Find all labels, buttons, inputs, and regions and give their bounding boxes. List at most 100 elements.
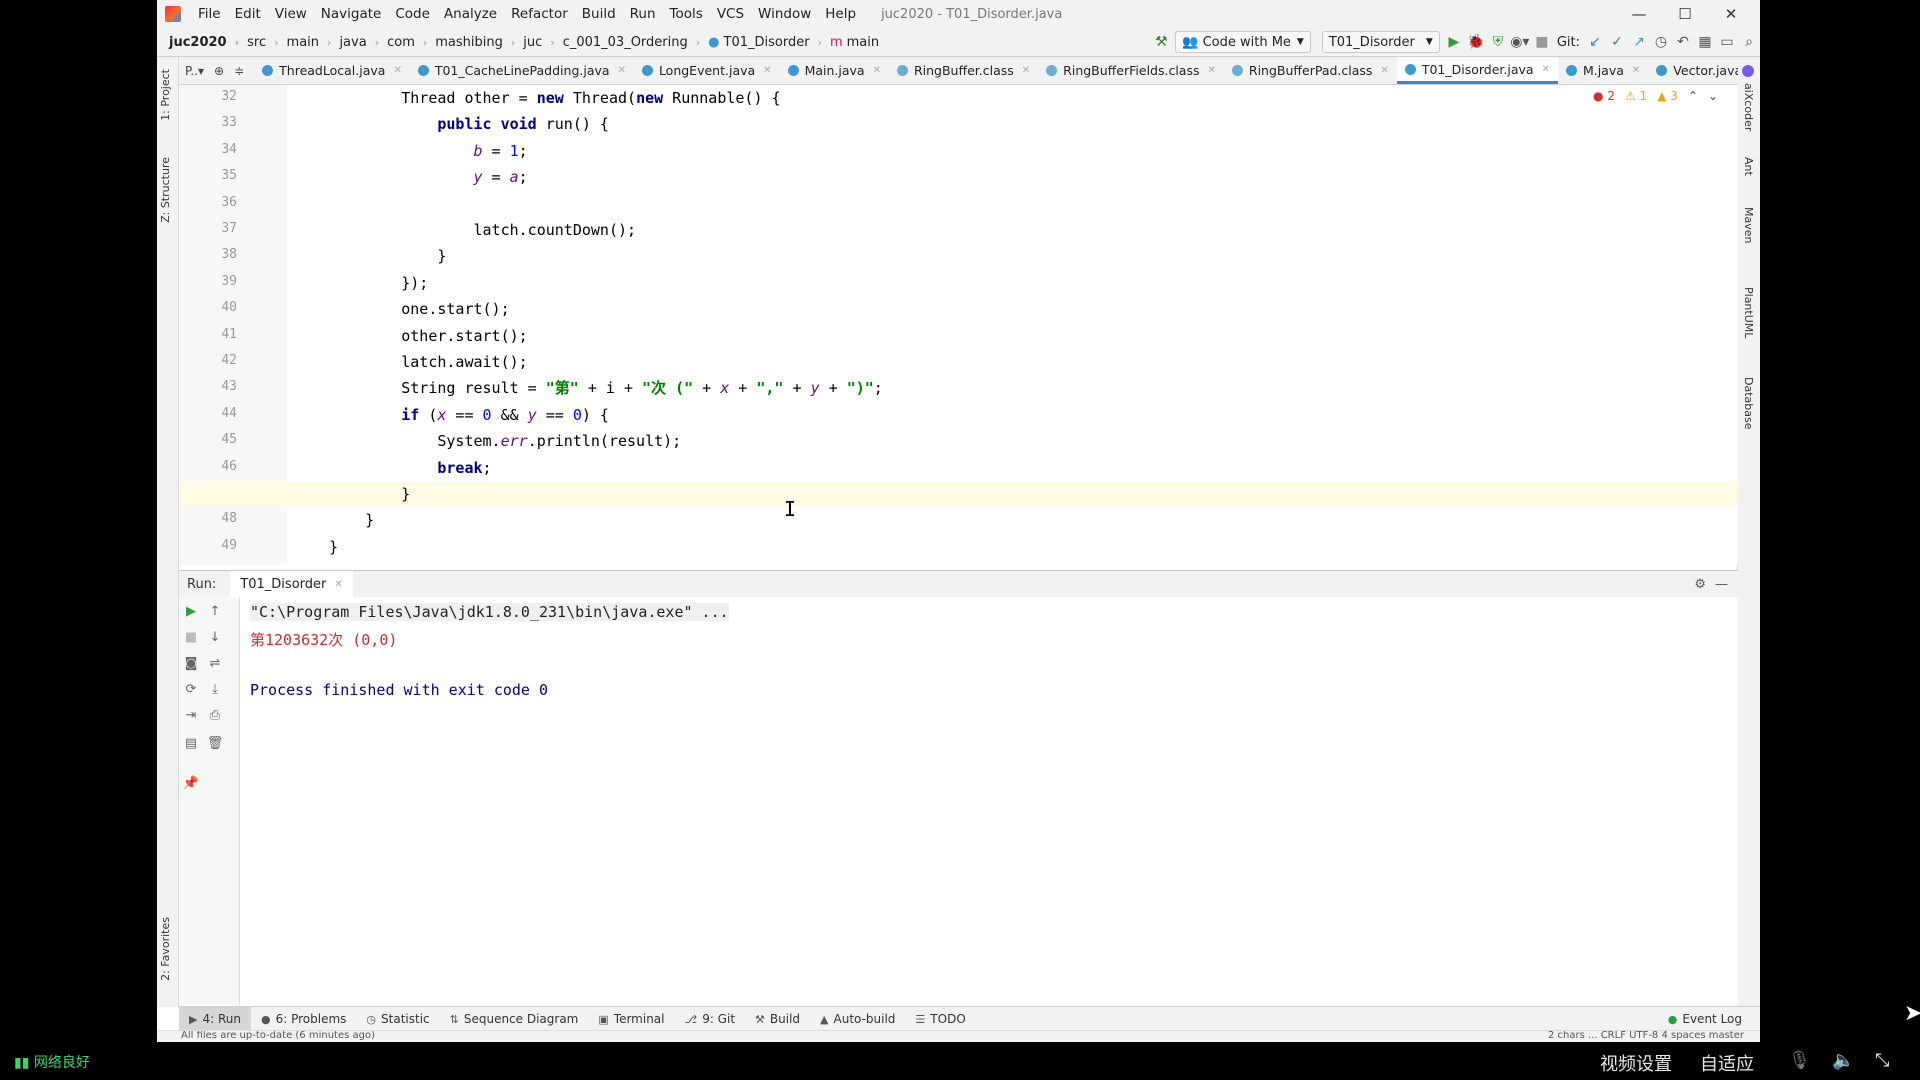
code-line[interactable]: String result = "第" + i + "次 (" + x + ",… (179, 375, 1738, 401)
tool-tab-problems[interactable]: ● 6: Problems (251, 1007, 356, 1031)
search-icon[interactable]: ⌕ (1738, 31, 1760, 53)
git-commit-icon[interactable]: ✓ (1606, 31, 1628, 53)
exit-fullscreen-icon[interactable]: ⤡ (1875, 1050, 1889, 1071)
collapse-icon[interactable]: ≑ (234, 64, 244, 78)
print-icon[interactable]: ⎙ (205, 705, 225, 725)
tool-tab-run[interactable]: ▶ 4: Run (179, 1007, 251, 1031)
soft-wrap-icon[interactable]: ⇌ (205, 653, 225, 673)
git-push-icon[interactable]: ↗ (1628, 31, 1650, 53)
tool-tab-terminal[interactable]: ▣ Terminal (588, 1007, 674, 1031)
code-line[interactable] (179, 191, 1738, 217)
code-line[interactable]: y = a; (179, 164, 1738, 190)
maximize-button[interactable]: ☐ (1662, 0, 1708, 28)
run-config-dropdown[interactable]: T01_Disorder ▼ (1321, 31, 1440, 53)
tool-tab-statistic[interactable]: ◷ Statistic (356, 1007, 439, 1031)
inspection-widget[interactable]: ● 2 ⚠ 1 ▲ 3 ⌃ ⌄ (1593, 89, 1718, 103)
menu-edit[interactable]: Edit (228, 6, 268, 22)
tool-tab-git[interactable]: ⎇ 9: Git (675, 1007, 746, 1031)
breadcrumb-mashibing[interactable]: mashibing › (431, 35, 519, 50)
breadcrumb-juc[interactable]: juc › (519, 35, 558, 50)
code-line[interactable]: break; (179, 455, 1738, 481)
layout-icon[interactable]: ▤ (181, 733, 201, 753)
hammer-icon[interactable]: ⚒ (1150, 31, 1172, 53)
tab-main[interactable]: Main.java ✕ (780, 57, 889, 84)
breadcrumb-package[interactable]: c_001_03_Ordering › (559, 35, 704, 50)
breadcrumb-method[interactable]: m main (826, 35, 883, 50)
code-line[interactable]: } (179, 507, 1738, 533)
scroll-to-end-icon[interactable]: ⤓ (205, 679, 225, 699)
code-line[interactable]: latch.await(); (179, 349, 1738, 375)
code-editor[interactable]: 323334353637383940414243444546474849 Thr… (179, 85, 1738, 565)
close-icon[interactable]: ✕ (763, 65, 771, 76)
tab-longevent[interactable]: LongEvent.java ✕ (634, 57, 780, 84)
close-icon[interactable]: ✕ (334, 579, 342, 590)
scroll-up-icon[interactable]: ↑ (205, 601, 225, 621)
tool-tab-todo[interactable]: ☰ TODO (905, 1007, 975, 1031)
menu-window[interactable]: Window (751, 6, 818, 22)
run-tab-t01-disorder[interactable]: T01_Disorder ✕ (230, 571, 353, 597)
rerun-icon[interactable]: ▶ (181, 601, 201, 621)
tab-m[interactable]: M.java ✕ (1558, 57, 1648, 84)
code-line[interactable]: } (179, 481, 1738, 507)
locate-icon[interactable]: ⊕ (214, 64, 224, 78)
minimize-panel-icon[interactable]: — (1715, 577, 1728, 592)
code-line[interactable]: b = 1; (179, 138, 1738, 164)
close-icon[interactable]: ✕ (873, 65, 881, 76)
code-with-me-button[interactable]: 👥 Code with Me ▼ (1175, 31, 1311, 53)
breadcrumb-main[interactable]: main › (283, 35, 336, 50)
git-update-icon[interactable]: ↙ (1584, 31, 1606, 53)
rollback-icon[interactable]: ↶ (1672, 31, 1694, 53)
scroll-down-icon[interactable]: ↓ (205, 627, 225, 647)
code-line[interactable]: Thread other = new Thread(new Runnable()… (179, 85, 1738, 111)
profile-icon[interactable]: ◉▾ (1509, 31, 1531, 53)
project-view-dropdown[interactable]: P..▾ (185, 64, 204, 78)
tool-tab-sequence-diagram[interactable]: ⇅ Sequence Diagram (440, 1007, 589, 1031)
tab-vector[interactable]: Vector.java✕ (1648, 57, 1738, 84)
chevron-up-icon[interactable]: ⌃ (1688, 89, 1698, 103)
menu-code[interactable]: Code (388, 6, 437, 22)
tab-ringbufferpad[interactable]: RingBufferPad.class ✕ (1224, 57, 1397, 84)
ant-tool-tab[interactable]: Ant (1742, 157, 1755, 176)
restore-layout-icon[interactable]: ⟳ (181, 679, 201, 699)
exit-icon[interactable]: ⇥ (181, 705, 201, 725)
code-line[interactable]: }); (179, 270, 1738, 296)
aixcoder-tool-tab[interactable]: aiXcoder (1742, 83, 1755, 131)
chevron-down-icon[interactable]: ⌄ (1708, 89, 1718, 103)
breadcrumb-src[interactable]: src › (243, 35, 282, 50)
code-line[interactable]: } (179, 243, 1738, 269)
volume-icon[interactable]: 🔈 (1832, 1050, 1854, 1071)
menu-refactor[interactable]: Refactor (504, 6, 575, 22)
favorites-tool-tab[interactable]: 2: Favorites (159, 917, 172, 981)
structure-tool-tab[interactable]: Z: Structure (159, 157, 172, 223)
database-tool-tab[interactable]: Database (1742, 377, 1755, 430)
fit-button[interactable]: 自适应 (1700, 1050, 1754, 1076)
close-icon[interactable]: ✕ (1022, 65, 1030, 76)
code-line[interactable]: if (x == 0 && y == 0) { (179, 402, 1738, 428)
tool-tab-build[interactable]: ⚒ Build (745, 1007, 810, 1031)
close-icon[interactable]: ✕ (1542, 64, 1550, 75)
tab-ringbuffer[interactable]: RingBuffer.class ✕ (889, 57, 1038, 84)
run-console-output[interactable]: "C:\Program Files\Java\jdk1.8.0_231\bin\… (240, 597, 1738, 1005)
menu-analyze[interactable]: Analyze (437, 6, 504, 22)
menu-run[interactable]: Run (623, 6, 663, 22)
close-icon[interactable]: ✕ (1208, 65, 1216, 76)
history-icon[interactable]: ◷ (1650, 31, 1672, 53)
tab-t01-disorder[interactable]: T01_Disorder.java ✕ (1396, 57, 1558, 84)
menu-vcs[interactable]: VCS (710, 6, 751, 22)
code-line[interactable]: System.err.println(result); (179, 428, 1738, 454)
menu-help[interactable]: Help (818, 6, 863, 22)
stop-icon[interactable]: ■ (181, 627, 201, 647)
breadcrumb-java[interactable]: java › (335, 35, 383, 50)
code-line[interactable]: public void run() { (179, 111, 1738, 137)
close-icon[interactable]: ✕ (1380, 65, 1388, 76)
breadcrumb-class[interactable]: ● T01_Disorder › (704, 35, 826, 50)
video-settings-button[interactable]: 视频设置 (1600, 1050, 1672, 1076)
menu-build[interactable]: Build (575, 6, 623, 22)
settings-gear-icon[interactable]: ⚙ (1694, 577, 1706, 592)
project-tool-tab[interactable]: 1: Project (159, 69, 172, 121)
tool-tab-auto-build[interactable]: ▲ Auto-build (810, 1007, 905, 1031)
close-icon[interactable]: ✕ (618, 65, 626, 76)
menu-file[interactable]: File (191, 6, 228, 22)
event-log-tab[interactable]: ● Event Log (1658, 1007, 1752, 1031)
menu-view[interactable]: View (268, 6, 314, 22)
